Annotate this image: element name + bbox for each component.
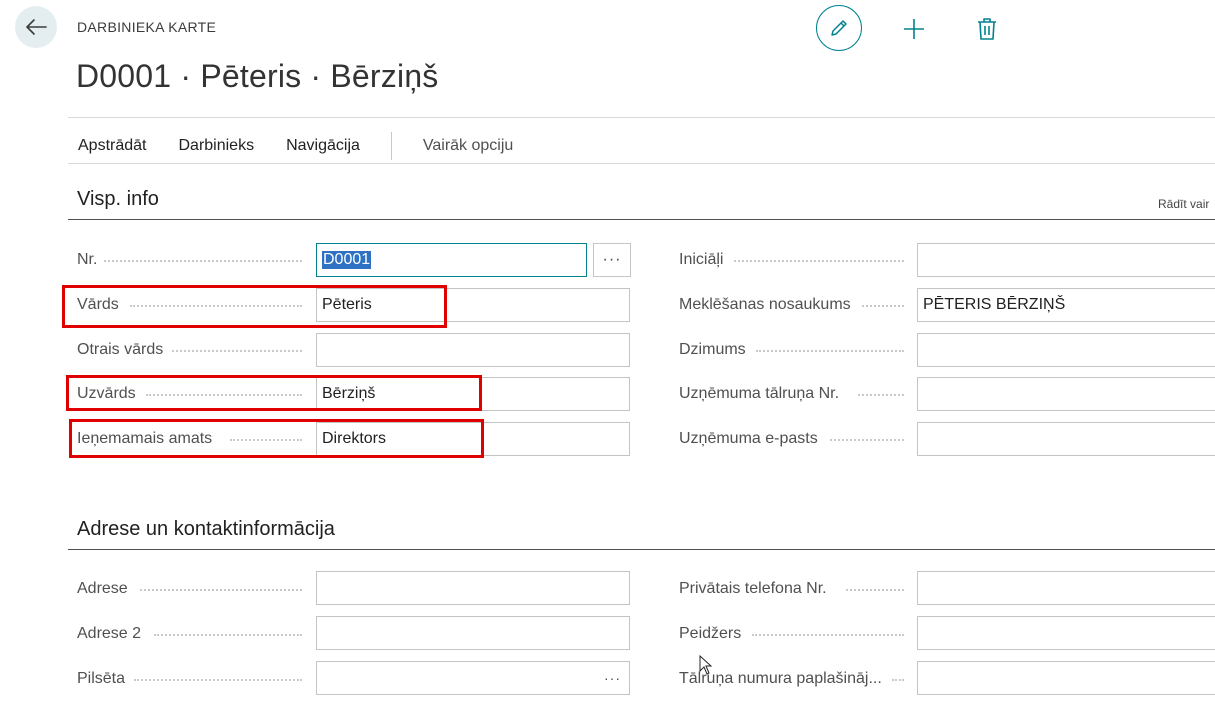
dot-leader <box>830 439 904 441</box>
dot-leader <box>734 260 904 262</box>
peidzers-field[interactable] <box>917 616 1215 650</box>
label-uznemuma-epasts: Uzņēmuma e-pasts <box>679 430 818 447</box>
dot-leader <box>858 394 904 396</box>
label-nr: Nr. <box>77 251 98 268</box>
menu-more-options[interactable]: Vairāk opciju <box>423 137 513 155</box>
adrese-field[interactable] <box>316 571 630 605</box>
privatais-telefons-field[interactable] <box>917 571 1215 605</box>
menu-item-navigacija[interactable]: Navigācija <box>286 137 360 155</box>
section-divider-address <box>68 549 1215 550</box>
section-divider-general <box>68 219 1215 220</box>
dot-leader <box>752 634 904 636</box>
label-pilseta: Pilsēta <box>77 670 126 687</box>
nr-field-value: D0001 <box>322 251 372 269</box>
section-title-general[interactable]: Visp. info <box>77 188 159 211</box>
label-meklesanas-nosaukums: Meklēšanas nosaukums <box>679 296 851 313</box>
inicialji-field[interactable] <box>917 243 1215 277</box>
top-actions <box>816 5 996 51</box>
dzimums-select[interactable] <box>917 333 1215 367</box>
plus-icon[interactable] <box>902 17 926 41</box>
page-caption: DARBINIEKA KARTE <box>77 19 217 35</box>
otrais-vards-field[interactable] <box>316 333 630 367</box>
menu-separator <box>390 132 392 160</box>
dot-leader <box>846 589 904 591</box>
page-title: D0001 · Pēteris · Bērziņš <box>76 58 439 94</box>
label-inicialji: Iniciāļi <box>679 251 724 268</box>
menu-item-darbinieks[interactable]: Darbinieks <box>178 137 254 155</box>
pencil-icon <box>831 20 847 36</box>
dot-leader <box>154 634 302 636</box>
nr-lookup-button[interactable]: ··· <box>593 243 631 277</box>
pilseta-field[interactable]: ··· <box>316 661 630 695</box>
talruna-paplasinajums-field[interactable] <box>917 661 1215 695</box>
menu-divider <box>68 163 1215 164</box>
label-otrais-vards: Otrais vārds <box>77 341 164 358</box>
pilseta-lookup-button[interactable]: ··· <box>604 670 621 686</box>
arrow-left-icon <box>26 19 47 35</box>
label-peidzers: Peidžers <box>679 625 742 642</box>
uznemuma-epasts-field[interactable] <box>917 422 1215 456</box>
label-adrese-2: Adrese 2 <box>77 625 142 642</box>
adrese-2-field[interactable] <box>316 616 630 650</box>
label-privatais-telefons: Privātais telefona Nr. <box>679 580 827 597</box>
dot-leader <box>104 260 302 262</box>
back-button[interactable] <box>15 6 57 48</box>
highlight-amats <box>69 419 484 458</box>
label-dzimums: Dzimums <box>679 341 746 358</box>
mouse-cursor-icon <box>699 655 713 675</box>
dot-leader <box>862 305 904 307</box>
menu-item-apstradat[interactable]: Apstrādāt <box>78 137 146 155</box>
highlight-uzvards <box>66 375 482 411</box>
trash-icon[interactable] <box>976 17 998 41</box>
highlight-vards <box>62 285 447 328</box>
section-title-address[interactable]: Adrese un kontaktinformācija <box>77 518 335 541</box>
dot-leader <box>172 350 302 352</box>
dot-leader <box>892 679 904 681</box>
nr-field[interactable]: D0001 <box>316 243 587 277</box>
action-menu: Apstrādāt Darbinieks Navigācija Vairāk o… <box>78 132 513 160</box>
dot-leader <box>756 350 904 352</box>
label-adrese: Adrese <box>77 580 128 597</box>
header-divider <box>68 117 1215 118</box>
meklesanas-nosaukums-field[interactable]: PĒTERIS BĒRZIŅŠ <box>917 288 1215 322</box>
dot-leader <box>140 589 302 591</box>
dot-leader <box>134 679 302 681</box>
uznemuma-talrunis-field[interactable] <box>917 377 1215 411</box>
label-uznemuma-talrunis: Uzņēmuma tālruņa Nr. <box>679 385 840 402</box>
meklesanas-nosaukums-field-value: PĒTERIS BĒRZIŅŠ <box>923 296 1066 313</box>
edit-button[interactable] <box>816 5 862 51</box>
show-more-link[interactable]: Rādīt vair <box>1158 197 1209 211</box>
